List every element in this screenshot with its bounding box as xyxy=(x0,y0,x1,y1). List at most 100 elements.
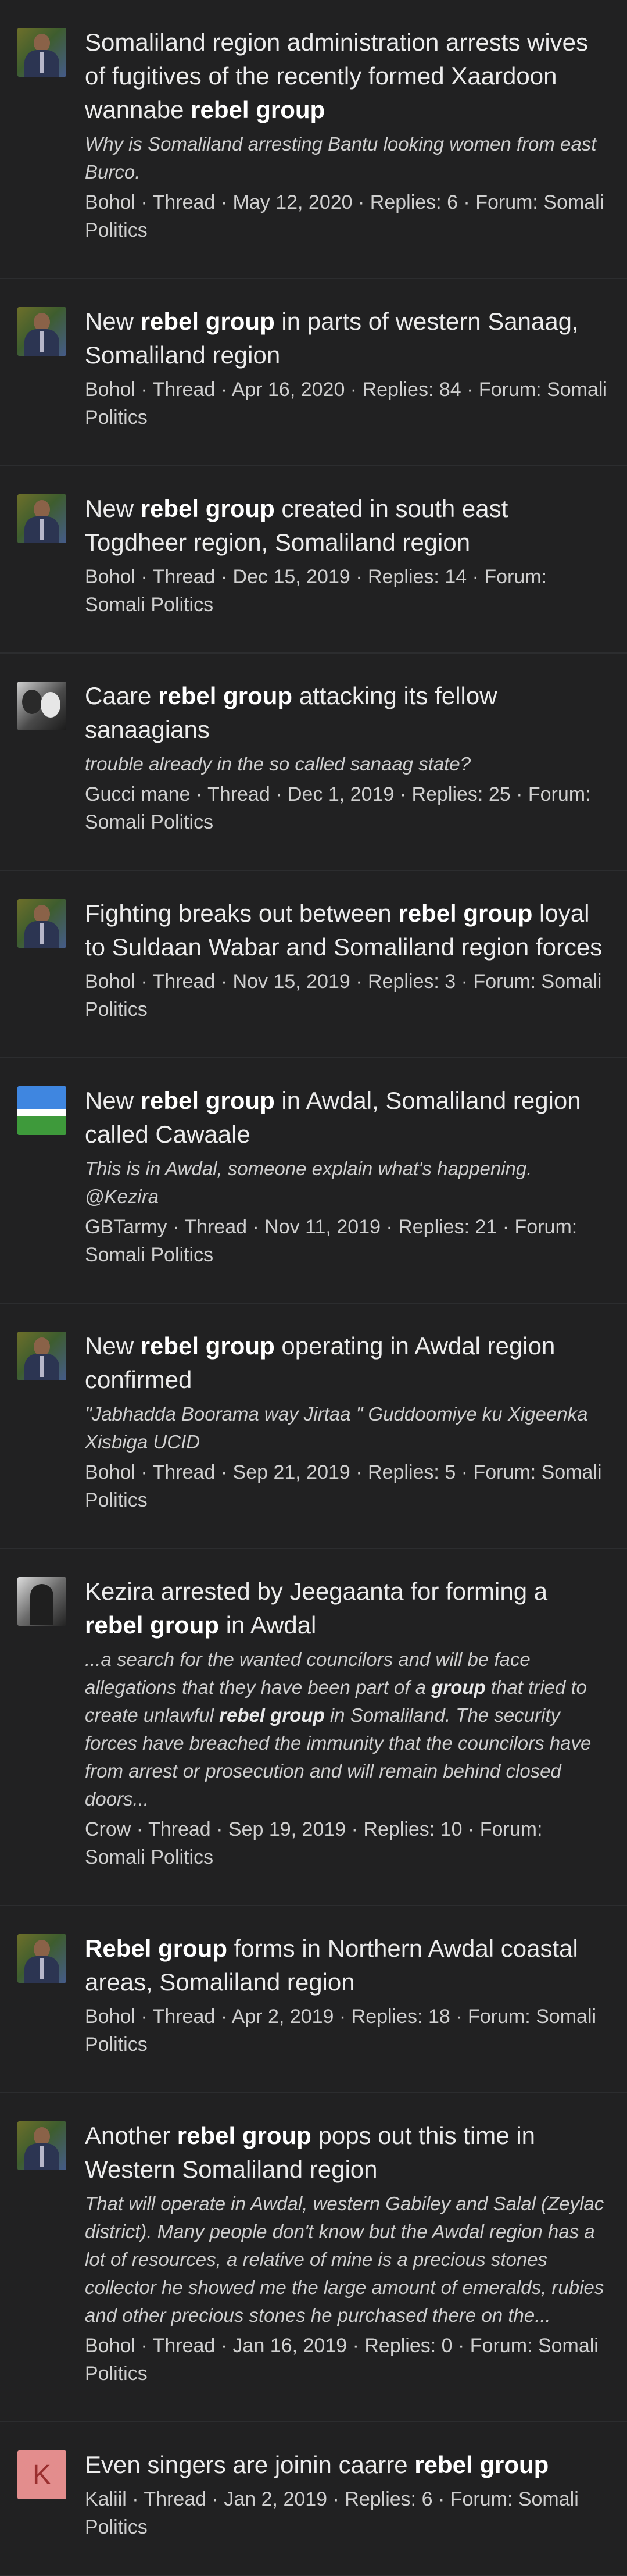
letter-avatar[interactable]: K xyxy=(17,2450,66,2499)
highlight-term: Rebel group xyxy=(85,1935,228,1962)
result-item: Kezira arrested by Jeegaanta for forming… xyxy=(0,1549,627,1906)
result-snippet: ...a search for the wanted councilors an… xyxy=(85,1649,592,1810)
post-date: Sep 21, 2019 xyxy=(232,1461,350,1483)
result-title-link[interactable]: New rebel group in Awdal, Somaliland reg… xyxy=(85,1084,607,1151)
reply-count: Replies: 10 xyxy=(363,1818,463,1840)
highlight-term: rebel group xyxy=(191,96,325,123)
result-title-link[interactable]: Another rebel group pops out this time i… xyxy=(85,2119,607,2186)
post-date: Sep 19, 2019 xyxy=(228,1818,346,1840)
result-body: Another rebel group pops out this time i… xyxy=(85,2119,607,2388)
crow-avatar[interactable] xyxy=(17,1577,66,1626)
post-date: Jan 2, 2019 xyxy=(224,2488,328,2510)
result-body: New rebel group created in south east To… xyxy=(85,492,607,619)
gbtarmy-avatar[interactable] xyxy=(17,1086,66,1135)
result-snippet: "Jabhadda Boorama way Jirtaa " Guddoomiy… xyxy=(85,1403,588,1453)
result-meta: Kaliil · Thread · Jan 2, 2019 · Replies:… xyxy=(85,2488,579,2538)
result-meta: Bohol · Thread · Jan 16, 2019 · Replies:… xyxy=(85,2335,599,2385)
post-date: Nov 15, 2019 xyxy=(232,971,350,993)
result-body: New rebel group in parts of western Sana… xyxy=(85,305,607,431)
content-type: Thread xyxy=(152,1461,216,1483)
result-title-link[interactable]: Caare rebel group attacking its fellow s… xyxy=(85,679,607,747)
reply-count: Replies: 18 xyxy=(351,2006,450,2028)
result-title-link[interactable]: New rebel group created in south east To… xyxy=(85,492,607,559)
content-type: Thread xyxy=(152,971,216,993)
author-link[interactable]: Kaliil xyxy=(85,2488,127,2510)
author-link[interactable]: Bohol xyxy=(85,191,135,213)
bohol-avatar[interactable] xyxy=(17,2121,66,2170)
result-item: New rebel group in Awdal, Somaliland reg… xyxy=(0,1058,627,1304)
result-meta: Bohol · Thread · Dec 15, 2019 · Replies:… xyxy=(85,566,547,616)
reply-count: Replies: 6 xyxy=(345,2488,433,2510)
highlight-term: rebel group xyxy=(158,682,293,709)
post-date: Jan 16, 2019 xyxy=(232,2335,347,2357)
result-item: New rebel group in parts of western Sana… xyxy=(0,279,627,466)
post-date: Nov 11, 2019 xyxy=(264,1216,381,1238)
result-body: Rebel group forms in Northern Awdal coas… xyxy=(85,1932,607,2058)
author-link[interactable]: Gucci mane xyxy=(85,783,190,805)
result-item: Rebel group forms in Northern Awdal coas… xyxy=(0,1906,627,2093)
content-type: Thread xyxy=(148,1818,211,1840)
highlight-term: rebel group xyxy=(219,1704,325,1726)
result-title-link[interactable]: Even singers are joinin caarre rebel gro… xyxy=(85,2448,607,2482)
result-snippet: This is in Awdal, someone explain what's… xyxy=(85,1158,532,1207)
author-link[interactable]: Bohol xyxy=(85,1461,135,1483)
author-link[interactable]: Bohol xyxy=(85,2006,135,2028)
reply-count: Replies: 6 xyxy=(370,191,458,213)
highlight-term: group xyxy=(431,1676,486,1698)
result-meta: Bohol · Thread · Apr 2, 2019 · Replies: … xyxy=(85,2006,597,2056)
result-title-link[interactable]: Fighting breaks out between rebel group … xyxy=(85,897,607,964)
content-type: Thread xyxy=(152,191,216,213)
post-date: Apr 2, 2019 xyxy=(231,2006,334,2028)
result-body: Even singers are joinin caarre rebel gro… xyxy=(85,2448,607,2541)
bohol-avatar[interactable] xyxy=(17,494,66,543)
author-link[interactable]: GBTarmy xyxy=(85,1216,167,1238)
bohol-avatar[interactable] xyxy=(17,307,66,356)
highlight-term: rebel group xyxy=(177,2122,311,2149)
author-link[interactable]: Crow xyxy=(85,1818,131,1840)
result-title-link[interactable]: Rebel group forms in Northern Awdal coas… xyxy=(85,1932,607,1999)
post-date: Dec 15, 2019 xyxy=(232,566,350,588)
bohol-avatar[interactable] xyxy=(17,899,66,948)
author-link[interactable]: Bohol xyxy=(85,2335,135,2357)
highlight-term: rebel group xyxy=(140,495,275,522)
result-meta: Bohol · Thread · May 12, 2020 · Replies:… xyxy=(85,191,604,241)
highlight-term: rebel group xyxy=(140,1332,275,1360)
highlight-term: rebel group xyxy=(398,900,533,927)
result-meta: Bohol · Thread · Sep 21, 2019 · Replies:… xyxy=(85,1461,602,1511)
post-date: Dec 1, 2019 xyxy=(287,783,395,805)
result-body: New rebel group operating in Awdal regio… xyxy=(85,1329,607,1514)
result-meta: Bohol · Thread · Nov 15, 2019 · Replies:… xyxy=(85,971,602,1021)
result-body: Caare rebel group attacking its fellow s… xyxy=(85,679,607,836)
result-meta: Bohol · Thread · Apr 16, 2020 · Replies:… xyxy=(85,379,607,429)
result-title-link[interactable]: Somaliland region administration arrests… xyxy=(85,26,607,127)
result-snippet: trouble already in the so called sanaag … xyxy=(85,753,471,775)
result-item: New rebel group operating in Awdal regio… xyxy=(0,1304,627,1549)
result-snippet: That will operate in Awdal, western Gabi… xyxy=(85,2193,604,2326)
result-title-link[interactable]: New rebel group in parts of western Sana… xyxy=(85,305,607,372)
content-type: Thread xyxy=(184,1216,248,1238)
result-item: Another rebel group pops out this time i… xyxy=(0,2093,627,2422)
result-body: Kezira arrested by Jeegaanta for forming… xyxy=(85,1575,607,1871)
author-link[interactable]: Bohol xyxy=(85,566,135,588)
result-meta: GBTarmy · Thread · Nov 11, 2019 · Replie… xyxy=(85,1216,578,1266)
author-link[interactable]: Bohol xyxy=(85,971,135,993)
result-body: Somaliland region administration arrests… xyxy=(85,26,607,244)
result-title-link[interactable]: Kezira arrested by Jeegaanta for forming… xyxy=(85,1575,607,1642)
bohol-avatar[interactable] xyxy=(17,28,66,77)
result-meta: Crow · Thread · Sep 19, 2019 · Replies: … xyxy=(85,1818,543,1868)
reply-count: Replies: 5 xyxy=(368,1461,456,1483)
bohol-avatar[interactable] xyxy=(17,1332,66,1380)
post-date: Apr 16, 2020 xyxy=(231,379,345,401)
result-body: Fighting breaks out between rebel group … xyxy=(85,897,607,1023)
author-link[interactable]: Bohol xyxy=(85,379,135,401)
highlight-term: rebel group xyxy=(140,1087,275,1114)
result-meta: Gucci mane · Thread · Dec 1, 2019 · Repl… xyxy=(85,783,591,833)
result-body: New rebel group in Awdal, Somaliland reg… xyxy=(85,1084,607,1269)
result-item: Somaliland region administration arrests… xyxy=(0,0,627,279)
bohol-avatar[interactable] xyxy=(17,1934,66,1983)
reply-count: Replies: 3 xyxy=(368,971,456,993)
reply-count: Replies: 0 xyxy=(364,2335,453,2357)
highlight-term: rebel group xyxy=(85,1611,220,1639)
result-title-link[interactable]: New rebel group operating in Awdal regio… xyxy=(85,1329,607,1397)
gucci-avatar[interactable] xyxy=(17,682,66,730)
